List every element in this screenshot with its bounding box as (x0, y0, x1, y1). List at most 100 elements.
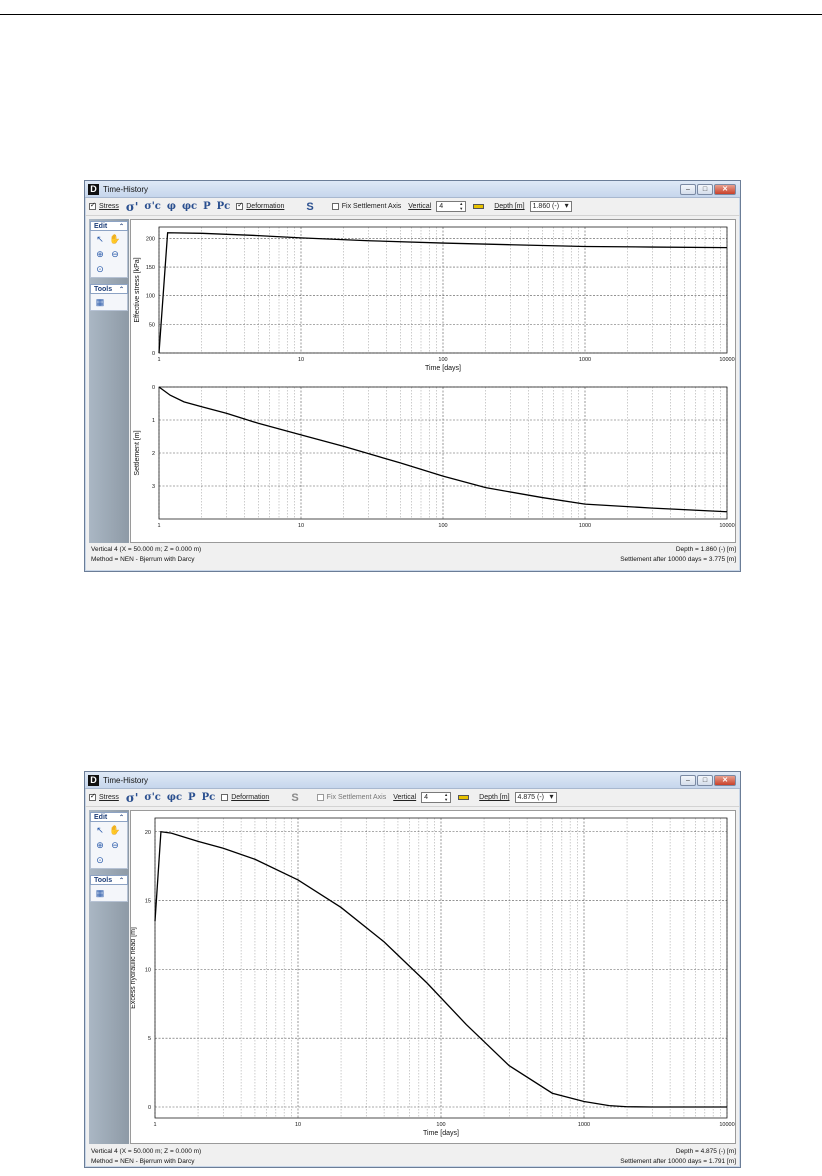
status-method: Method = NEN - Bjerrum with Darcy (91, 556, 195, 563)
tools-group-header[interactable]: Tools ⌃ (90, 875, 128, 885)
fix-settlement-label: Fix Settlement Axis (326, 794, 387, 801)
close-button[interactable]: ✕ (714, 183, 736, 195)
chart-properties-icon[interactable]: ▦ (94, 887, 106, 899)
sigma-eff-button[interactable]: σ' (126, 200, 139, 214)
toolbar: Stress σ' σ'c φc P Pc Deformation S Fix … (85, 789, 740, 807)
plot-frame (154, 817, 728, 1119)
depth-select[interactable]: 1.860 (-) (529, 201, 572, 212)
vertical-control: Vertical 4 (393, 792, 452, 803)
zoom-in-icon[interactable]: ⊕ (94, 839, 106, 851)
sigma-eff-button[interactable]: σ' (126, 791, 139, 805)
vertical-spinner[interactable]: 4 (436, 201, 467, 212)
select-arrow-icon[interactable]: ↖ (94, 233, 106, 245)
title-bar[interactable]: D Time-History – □ ✕ (85, 181, 740, 198)
stress-checkbox[interactable]: Stress (89, 792, 119, 801)
x-tick-label: 10000 (719, 1122, 734, 1128)
collapse-chevron-icon: ⌃ (118, 814, 124, 821)
y-tick-label: 0 (148, 1105, 151, 1111)
collapse-chevron-icon: ⌃ (118, 877, 124, 884)
stress-checkbox[interactable]: Stress (89, 201, 119, 210)
fix-settlement-label: Fix Settlement Axis (341, 203, 402, 210)
sigma-c-button[interactable]: σ'c (144, 792, 161, 803)
y-tick-label: 5 (148, 1036, 151, 1042)
edit-group-header[interactable]: Edit ⌃ (90, 221, 128, 231)
vertical-label: Vertical (393, 794, 417, 801)
phi-c-button[interactable]: φc (182, 201, 197, 212)
y-axis-label: Effective stress [kPa] (134, 257, 141, 322)
maximize-button[interactable]: □ (697, 183, 713, 195)
edit-group-header[interactable]: Edit ⌃ (90, 812, 128, 822)
x-tick-label: 1 (157, 357, 160, 363)
phi-c-button[interactable]: φc (167, 792, 182, 803)
sigma-c-button[interactable]: σ'c (144, 201, 161, 212)
status-bar: Vertical 4 (X = 50.000 m; Z = 0.000 m) M… (91, 1147, 736, 1167)
zoom-out-icon[interactable]: ⊖ (109, 248, 121, 260)
stress-check-icon (89, 201, 96, 210)
pan-hand-icon[interactable]: ✋ (109, 824, 121, 836)
x-tick-label: 100 (436, 1122, 445, 1128)
plot-area: 1 10 100 1000 10000 0 50 100 150 200 Time [days] Ef… (130, 219, 736, 543)
depth-select[interactable]: 4.875 (-) (514, 792, 557, 803)
fix-settlement-axis-checkbox[interactable]: Fix Settlement Axis (316, 794, 387, 801)
p-button[interactable]: P (203, 201, 211, 212)
tools-group-header[interactable]: Tools ⌃ (90, 284, 128, 294)
deformation-checkbox[interactable]: Deformation (236, 201, 284, 210)
plot-area: 1 10 100 1000 10000 0 5 10 15 20 Time [days] Excess… (130, 810, 736, 1144)
zoom-extents-icon[interactable]: ⊙ (94, 263, 106, 275)
p-button[interactable]: P (188, 792, 196, 803)
zoom-out-icon[interactable]: ⊖ (109, 839, 121, 851)
title-bar[interactable]: D Time-History – □ ✕ (85, 772, 740, 789)
y-tick-label: 1 (152, 418, 155, 424)
page-top-rule (0, 14, 822, 15)
vertical-spinner[interactable]: 4 (421, 792, 452, 803)
side-panel: Edit ⌃ ↖ ✋ ⊕ ⊖ ⊙ Tools ⌃ ▦ (89, 219, 129, 543)
zoom-extents-icon[interactable]: ⊙ (94, 854, 106, 866)
deformation-check-icon (236, 201, 244, 210)
close-button[interactable]: ✕ (714, 774, 736, 786)
tools-group-body: ▦ (90, 294, 128, 311)
x-tick-label: 10 (298, 523, 304, 529)
pan-hand-icon[interactable]: ✋ (109, 233, 121, 245)
maximize-button[interactable]: □ (697, 774, 713, 786)
settlement-s-button[interactable]: S (291, 792, 298, 804)
select-arrow-icon[interactable]: ↖ (94, 824, 106, 836)
fix-settlement-axis-checkbox[interactable]: Fix Settlement Axis (331, 203, 402, 210)
y-tick-label: 100 (146, 294, 155, 300)
excess-head-chart: 1 10 100 1000 10000 0 5 10 15 20 Time [days] Excess… (130, 817, 735, 1137)
window-title: Time-History (103, 184, 149, 194)
pc-button[interactable]: Pc (202, 792, 216, 803)
y-axis-label: Excess hydraulic head [m] (131, 927, 137, 1009)
fix-settlement-check-icon (331, 203, 339, 210)
deformation-label: Deformation (231, 794, 270, 801)
x-tick-label: 1000 (578, 1122, 590, 1128)
zoom-in-icon[interactable]: ⊕ (94, 248, 106, 260)
y-axis-label: Settlement [m] (134, 430, 141, 475)
y-tick-label: 3 (152, 484, 155, 490)
ruler-icon[interactable] (458, 795, 470, 800)
minimize-button[interactable]: – (680, 183, 696, 195)
edit-label: Edit (94, 222, 108, 230)
x-axis-label: Time [days] (423, 1130, 459, 1137)
settlement-s-button[interactable]: S (306, 201, 313, 213)
collapse-chevron-icon: ⌃ (118, 286, 124, 293)
phi-button[interactable]: φ (167, 201, 176, 212)
depth-control: Depth [m] 1.860 (-) (494, 201, 572, 212)
status-method: Method = NEN - Bjerrum with Darcy (91, 1158, 195, 1165)
time-history-window-2: D Time-History – □ ✕ Stress σ' σ'c φc P … (84, 771, 741, 1168)
app-icon: D (88, 183, 99, 195)
x-tick-label: 10 (298, 357, 304, 363)
fix-settlement-check-icon (316, 794, 324, 801)
pc-button[interactable]: Pc (217, 201, 231, 212)
depth-label: Depth [m] (479, 794, 510, 801)
x-tick-label: 1 (153, 1122, 156, 1128)
ruler-icon[interactable] (473, 204, 485, 209)
time-history-charts: 1 10 100 1000 10000050100150200Time [days]Ef… (134, 226, 735, 529)
minimize-button[interactable]: – (680, 774, 696, 786)
chart-properties-icon[interactable]: ▦ (94, 296, 106, 308)
depth-control: Depth [m] 4.875 (-) (479, 792, 557, 803)
edit-group-body: ↖ ✋ ⊕ ⊖ ⊙ (90, 231, 128, 278)
deformation-checkbox[interactable]: Deformation (221, 794, 269, 801)
toolbar: Stress σ' σ'c φ φc P Pc Deformation S Fi… (85, 198, 740, 216)
status-bar: Vertical 4 (X = 50.000 m; Z = 0.000 m) M… (91, 545, 736, 565)
x-tick-label: 100 (438, 523, 447, 529)
